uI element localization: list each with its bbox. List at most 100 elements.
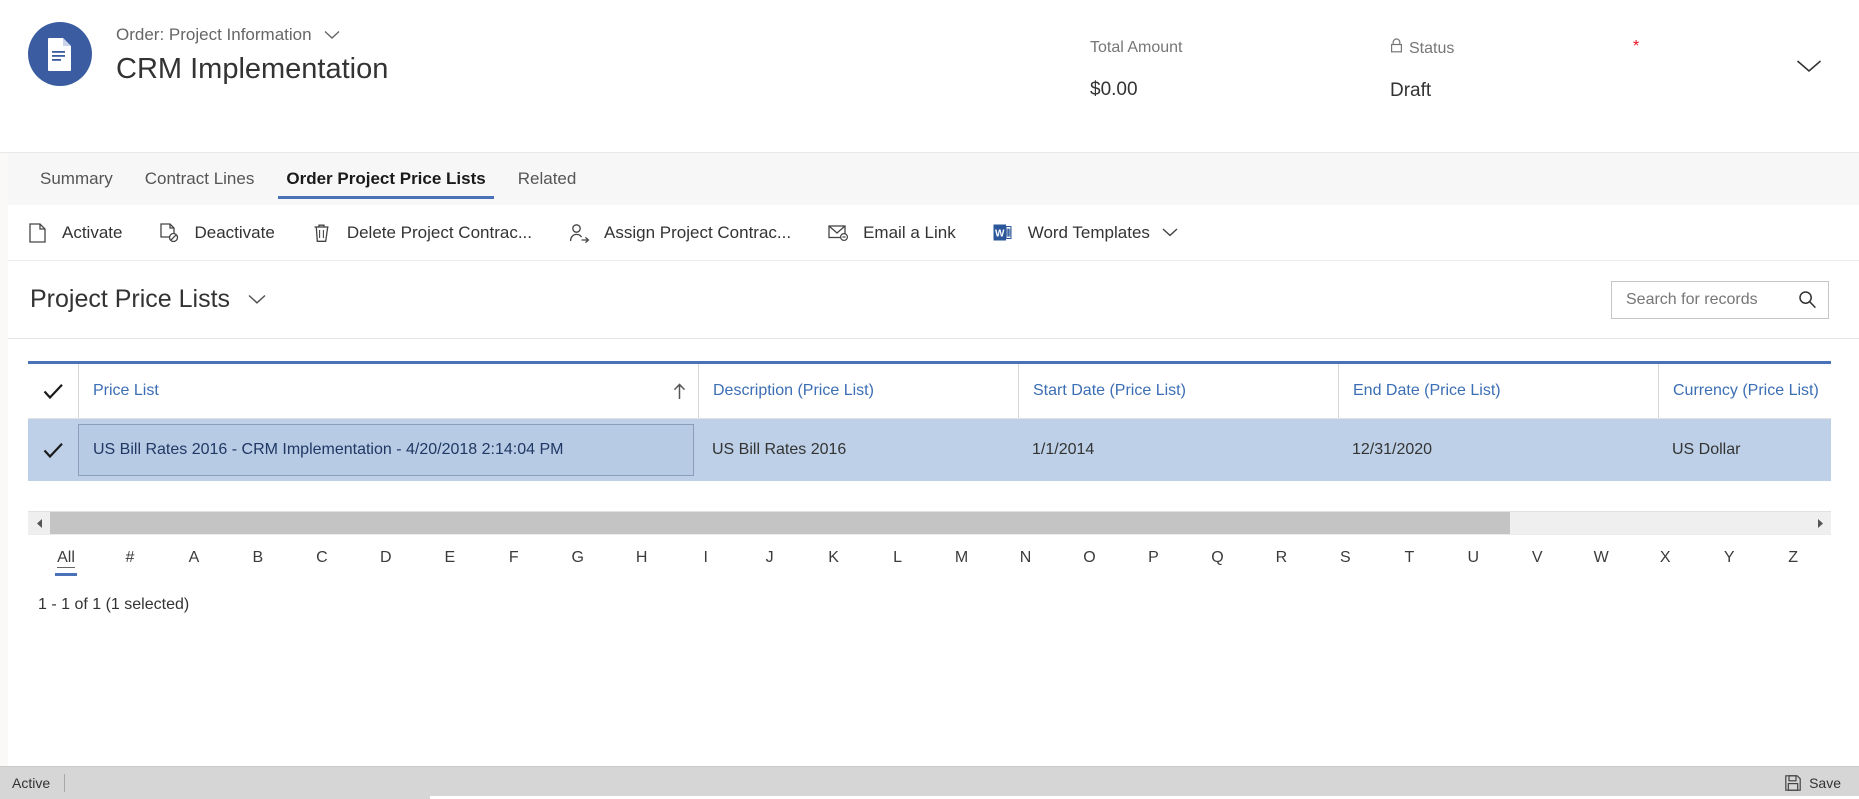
header-field-value: $0.00 xyxy=(1090,79,1138,100)
status-bar: Active Save xyxy=(0,766,1859,799)
alpha-filter-a[interactable]: A xyxy=(162,546,226,570)
column-header-label: Currency (Price List) xyxy=(1673,382,1819,399)
cell-description: US Bill Rates 2016 xyxy=(712,441,847,458)
alpha-label: P xyxy=(1148,548,1159,566)
form-selector[interactable]: Order: Project Information xyxy=(116,25,388,45)
alpha-filter-hash[interactable]: # xyxy=(98,546,162,570)
alpha-filter-f[interactable]: F xyxy=(482,546,546,570)
alpha-label: X xyxy=(1659,548,1671,566)
alpha-label: Y xyxy=(1723,548,1735,566)
alpha-filter-k[interactable]: K xyxy=(802,546,866,570)
page-block-icon xyxy=(158,222,180,244)
alpha-filter-h[interactable]: H xyxy=(610,546,674,570)
alpha-filter-p[interactable]: P xyxy=(1121,546,1185,570)
column-header-label: Description (Price List) xyxy=(713,382,874,399)
header-field-value: Draft xyxy=(1390,80,1432,101)
column-header-description[interactable]: Description (Price List) xyxy=(698,364,1018,418)
alpha-filter-i[interactable]: I xyxy=(674,546,738,570)
alpha-filter-all[interactable]: All xyxy=(34,546,98,570)
page-icon xyxy=(26,222,48,244)
deactivate-button[interactable]: Deactivate xyxy=(158,213,288,253)
column-header-label: End Date (Price List) xyxy=(1353,382,1501,399)
record-header: Order: Project Information CRM Implement… xyxy=(0,0,1859,153)
search-icon[interactable] xyxy=(1796,289,1818,311)
column-header-start-date[interactable]: Start Date (Price List) xyxy=(1018,364,1338,418)
alpha-label: A xyxy=(188,548,200,566)
page-title: CRM Implementation xyxy=(116,53,389,85)
row-checkbox[interactable] xyxy=(28,419,78,481)
column-header-label: Start Date (Price List) xyxy=(1033,382,1186,399)
select-all-checkbox[interactable] xyxy=(28,364,78,418)
tab-summary[interactable]: Summary xyxy=(24,153,129,205)
required-field-marker: * xyxy=(1633,38,1640,55)
tab-contract-lines[interactable]: Contract Lines xyxy=(129,153,271,205)
alpha-label: G xyxy=(571,548,584,566)
alpha-filter-s[interactable]: S xyxy=(1313,546,1377,570)
alpha-filter-t[interactable]: T xyxy=(1377,546,1441,570)
alpha-filter-e[interactable]: E xyxy=(418,546,482,570)
header-titles: Order: Project Information CRM Implement… xyxy=(116,22,388,87)
column-header-currency[interactable]: Currency (Price List) xyxy=(1658,364,1831,418)
alpha-filter-q[interactable]: Q xyxy=(1185,546,1249,570)
header-fields: Total Amount $0.00 Status Draft xyxy=(1090,38,1690,102)
status-divider xyxy=(64,774,66,792)
caret-left-icon[interactable] xyxy=(28,512,50,534)
activate-button[interactable]: Activate xyxy=(26,213,136,253)
chevron-down-icon[interactable] xyxy=(1162,228,1178,237)
command-label: Activate xyxy=(62,222,123,242)
save-icon xyxy=(1785,775,1801,791)
alpha-filter-r[interactable]: R xyxy=(1249,546,1313,570)
record-count-label: 1 - 1 of 1 (1 selected) xyxy=(38,596,190,613)
grid-body: US Bill Rates 2016 - CRM Implementation … xyxy=(28,419,1831,511)
alpha-label: S xyxy=(1340,548,1351,566)
scrollbar-thumb[interactable] xyxy=(50,512,1510,534)
email-a-link-button[interactable]: Email a Link xyxy=(827,213,970,253)
alpha-filter-z[interactable]: Z xyxy=(1761,546,1825,570)
alpha-filter-u[interactable]: U xyxy=(1441,546,1505,570)
scrollbar-track[interactable] xyxy=(50,512,1809,534)
tab-label: Summary xyxy=(40,169,113,188)
tab-order-project-price-lists[interactable]: Order Project Price Lists xyxy=(270,153,501,205)
alpha-filter-g[interactable]: G xyxy=(546,546,610,570)
search-input[interactable] xyxy=(1624,289,1796,310)
tab-label: Contract Lines xyxy=(144,169,255,188)
tab-label: Order Project Price Lists xyxy=(286,169,486,188)
cell-start-date: 1/1/2014 xyxy=(1032,441,1095,458)
alpha-filter-c[interactable]: C xyxy=(290,546,354,570)
sort-ascending-icon xyxy=(673,382,686,400)
subgrid-search-box[interactable] xyxy=(1611,280,1829,319)
grid-header-row: Price List Description (Price List) Star… xyxy=(28,364,1831,419)
word-templates-button[interactable]: W Word Templates xyxy=(992,213,1192,253)
subgrid-view-selector[interactable]: Project Price Lists xyxy=(30,285,266,314)
header-collapse-button[interactable] xyxy=(1791,48,1827,84)
alpha-filter-j[interactable]: J xyxy=(738,546,802,570)
form-selector-label: Order: Project Information xyxy=(116,25,312,44)
alpha-filter-v[interactable]: V xyxy=(1505,546,1569,570)
alpha-filter-b[interactable]: B xyxy=(226,546,290,570)
alpha-filter-m[interactable]: M xyxy=(930,546,994,570)
command-label: Delete Project Contrac... xyxy=(346,222,533,242)
save-button[interactable]: Save xyxy=(1785,775,1859,791)
column-header-price-list[interactable]: Price List xyxy=(78,364,698,418)
alpha-filter-w[interactable]: W xyxy=(1569,546,1633,570)
alpha-filter-x[interactable]: X xyxy=(1633,546,1697,570)
alpha-label: F xyxy=(508,548,519,566)
table-row[interactable]: US Bill Rates 2016 - CRM Implementation … xyxy=(28,419,1831,481)
alpha-filter-l[interactable]: L xyxy=(866,546,930,570)
assign-user-icon xyxy=(568,222,590,244)
chevron-down-icon xyxy=(324,25,340,45)
alpha-filter-y[interactable]: Y xyxy=(1697,546,1761,570)
caret-right-icon[interactable] xyxy=(1809,512,1831,534)
price-list-link[interactable]: US Bill Rates 2016 - CRM Implementation … xyxy=(78,424,694,476)
tab-related[interactable]: Related xyxy=(502,153,593,205)
alpha-filter-n[interactable]: N xyxy=(994,546,1058,570)
cell-price-list[interactable]: US Bill Rates 2016 - CRM Implementation … xyxy=(78,419,698,481)
assign-project-contract-button[interactable]: Assign Project Contrac... xyxy=(568,213,805,253)
delete-project-contract-button[interactable]: Delete Project Contrac... xyxy=(311,213,546,253)
alpha-filter-o[interactable]: O xyxy=(1058,546,1122,570)
column-header-end-date[interactable]: End Date (Price List) xyxy=(1338,364,1658,418)
grid-horizontal-scrollbar[interactable] xyxy=(28,511,1831,534)
subgrid-header: Project Price Lists xyxy=(0,261,1859,339)
record-header-identity: Order: Project Information CRM Implement… xyxy=(28,22,388,87)
alpha-filter-d[interactable]: D xyxy=(354,546,418,570)
